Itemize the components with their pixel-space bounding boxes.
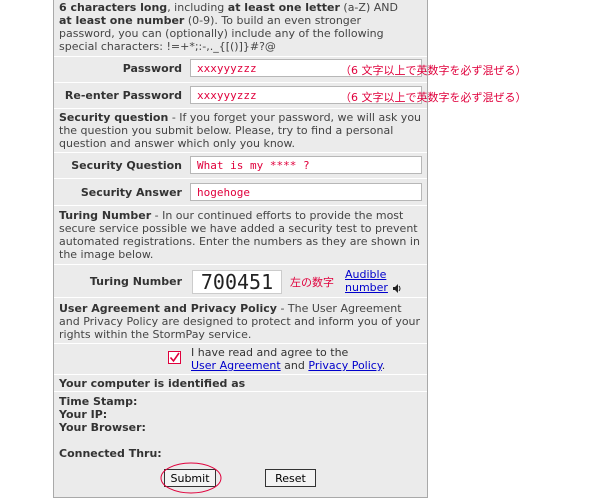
turing-heading: Turing Number	[59, 209, 152, 222]
privacy-policy-link[interactable]: Privacy Policy	[308, 359, 381, 372]
rule-letter: at least one letter	[227, 1, 340, 14]
rule-text: (a-Z) AND	[339, 1, 398, 14]
checkmark-icon	[169, 352, 180, 363]
rule-number: at least one number	[59, 14, 185, 27]
rule-text: password, you can (optionally) include a…	[59, 27, 384, 40]
ip-label: Your IP:	[59, 408, 108, 421]
password-rules-text: 6 characters long, including at least on…	[59, 1, 423, 53]
security-answer-label: Security Answer	[80, 186, 182, 199]
user-agreement-link[interactable]: User Agreement	[191, 359, 281, 372]
reenter-annotation: （6 文字以上で英数字を必ず混ぜる）	[340, 91, 527, 104]
security-question-label: Security Question	[71, 159, 182, 172]
security-answer-input[interactable]: hogehoge	[190, 183, 422, 201]
rule-text: (0-9). To build an even stronger	[184, 14, 362, 27]
connected-thru-label: Connected Thru:	[59, 447, 162, 460]
password-annotation: （6 文字以上で英数字を必ず混ぜる）	[340, 64, 527, 77]
agreement-desc: User Agreement and Privacy Policy - The …	[59, 302, 423, 341]
browser-label: Your Browser:	[59, 421, 146, 434]
computer-id-heading: Your computer is identified as	[59, 377, 246, 390]
computer-id-info: Time Stamp: Your IP: Your Browser: Conne…	[59, 395, 423, 460]
rule-min-length: 6 characters long	[59, 1, 168, 14]
turing-number-label: Turing Number	[89, 275, 182, 288]
reset-button[interactable]: Reset	[265, 469, 316, 487]
rule-text: , including	[167, 1, 228, 14]
security-question-input[interactable]: What is my **** ?	[190, 156, 422, 174]
agree-checkbox[interactable]	[168, 351, 181, 364]
rule-special-chars: special characters: !=+*;:-,._{[()]}#?@	[59, 40, 276, 53]
security-question-desc: Security question - If you forget your p…	[59, 111, 423, 150]
agreement-heading: User Agreement and Privacy Policy	[59, 302, 277, 315]
submit-highlight-circle	[160, 462, 222, 494]
and-text: and	[280, 359, 309, 372]
agree-text: I have read and agree to the User Agreem…	[191, 346, 421, 372]
period-text: .	[381, 359, 386, 372]
password-label: Password	[122, 62, 182, 75]
audible-number-wrap: Audible number	[345, 268, 395, 294]
captcha-image: 700451	[192, 270, 282, 294]
time-stamp-label: Time Stamp:	[59, 395, 138, 408]
security-heading: Security question	[59, 111, 169, 124]
turing-desc: Turing Number - In our continued efforts…	[59, 209, 423, 261]
speaker-icon[interactable]	[393, 283, 401, 296]
turing-annotation: 左の数字	[290, 276, 334, 289]
agree-label: I have read and agree to the	[191, 346, 349, 359]
audible-number-link[interactable]: Audible number	[345, 268, 388, 294]
reenter-password-label: Re-enter Password	[64, 89, 182, 102]
